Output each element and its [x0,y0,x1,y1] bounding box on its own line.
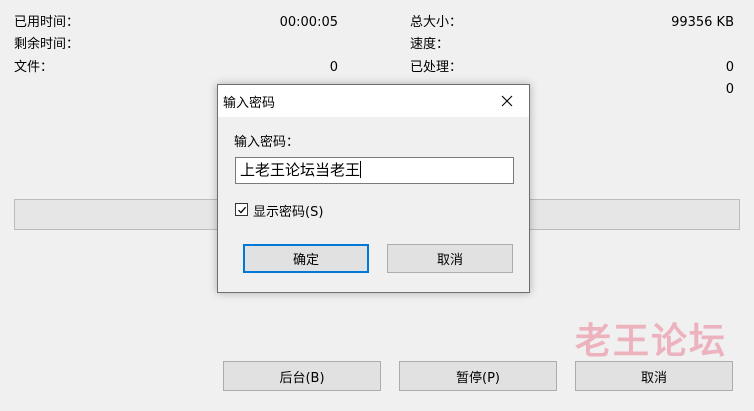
total-size-value: 99356 KB [671,15,734,30]
ok-button[interactable]: 确定 [243,244,369,273]
elapsed-time-value: 00:00:05 [279,15,338,30]
password-input-value: 上老王论坛当老王 [240,161,361,179]
show-password-checkbox[interactable] [235,203,248,216]
close-icon [501,95,513,107]
files-value: 0 [329,60,338,75]
watermark-text: 老王论坛 [574,321,727,362]
background-button[interactable]: 后台(B) [223,361,381,391]
total-size-label: 总大小： [410,15,463,30]
processed-value: 0 [725,60,734,75]
password-prompt: 输入密码： [234,135,300,150]
password-input[interactable]: 上老王论坛当老王 [235,157,514,184]
password-dialog: 输入密码 输入密码： 上老王论坛当老王 显示密码(S) 确定 取消 [217,84,530,293]
files-label: 文件： [14,60,54,75]
cancel-button[interactable]: 取消 [575,361,733,391]
dialog-title: 输入密码 [223,96,276,111]
show-password-label[interactable]: 显示密码(S) [253,201,323,220]
speed-label: 速度： [410,37,450,52]
partially-hidden-value: 0 [725,82,734,97]
dialog-cancel-button[interactable]: 取消 [387,244,513,273]
elapsed-time-label: 已用时间： [14,15,80,30]
dialog-title-bar[interactable]: 输入密码 [218,85,529,117]
text-caret [360,161,362,178]
processed-label: 已处理： [410,60,463,75]
pause-button[interactable]: 暂停(P) [399,361,557,391]
dialog-close-button[interactable] [485,85,529,117]
checkmark-icon [237,206,246,214]
remaining-time-label: 剩余时间： [14,37,80,52]
